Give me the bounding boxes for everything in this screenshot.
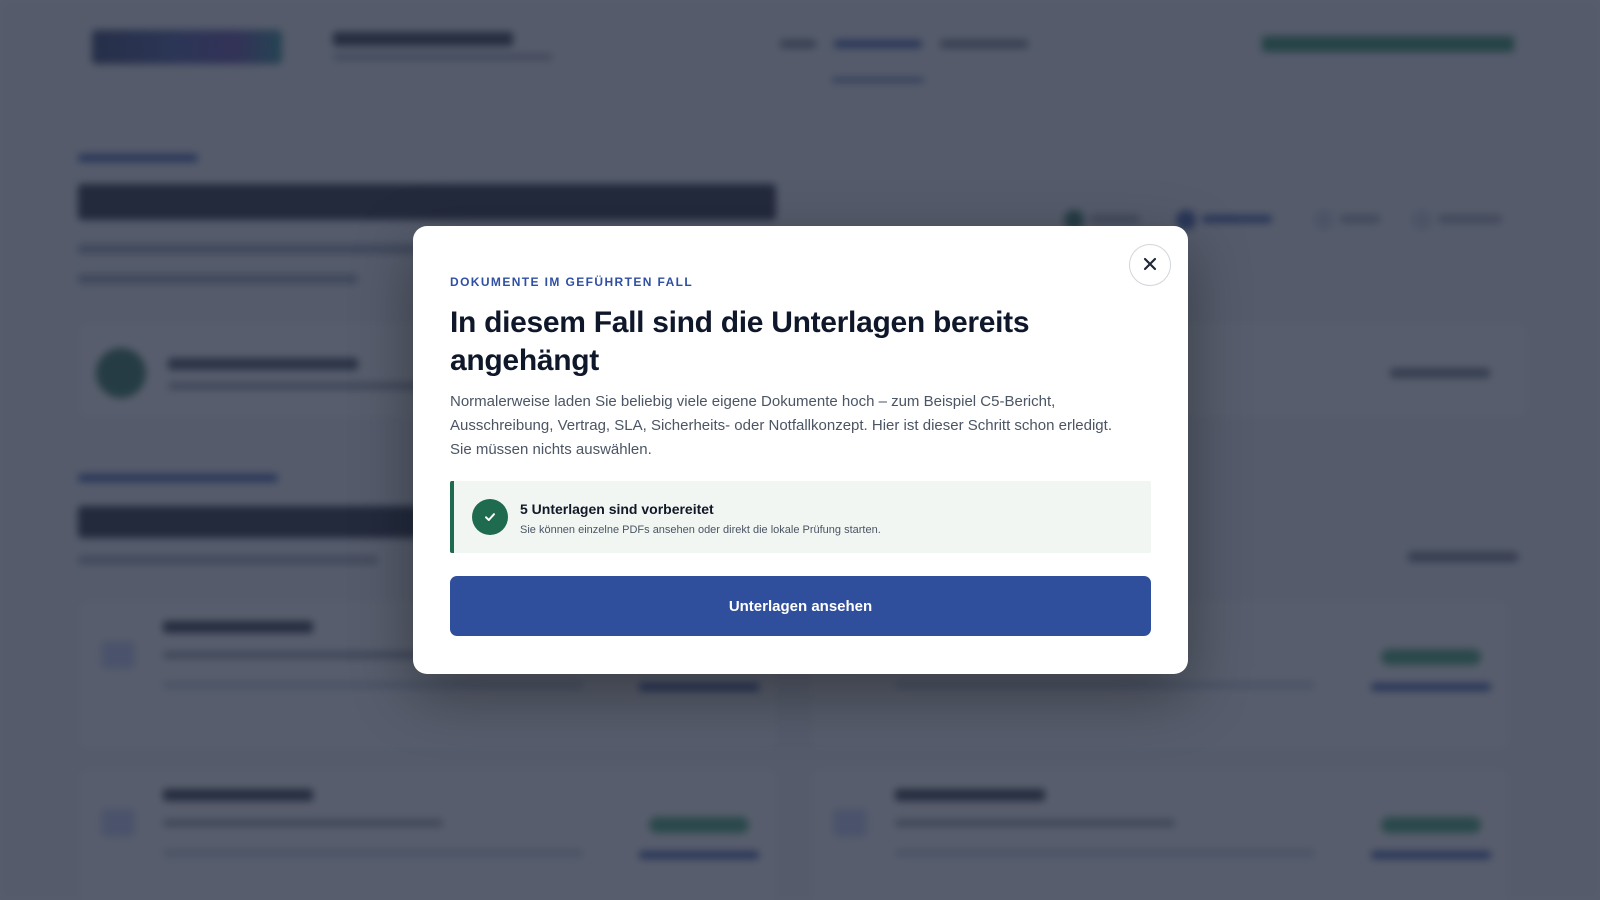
close-button[interactable] (1129, 244, 1171, 286)
check-icon (472, 499, 508, 535)
modal-description: Normalerweise laden Sie beliebig viele e… (450, 393, 1112, 458)
view-documents-button[interactable]: Unterlagen ansehen (450, 576, 1151, 636)
modal-title: In diesem Fall sind die Unterlagen berei… (450, 306, 1030, 377)
notice-title: 5 Unterlagen sind vorbereitet (520, 501, 714, 517)
close-icon (1143, 257, 1157, 274)
notice-subtitle: Sie können einzelne PDFs ansehen oder di… (520, 524, 881, 536)
modal-eyebrow: DOKUMENTE IM GEFÜHRTEN FALL (450, 275, 694, 289)
documents-modal: DOKUMENTE IM GEFÜHRTEN FALL In diesem Fa… (413, 226, 1188, 674)
prepared-documents-notice: 5 Unterlagen sind vorbereitet Sie können… (450, 481, 1151, 553)
